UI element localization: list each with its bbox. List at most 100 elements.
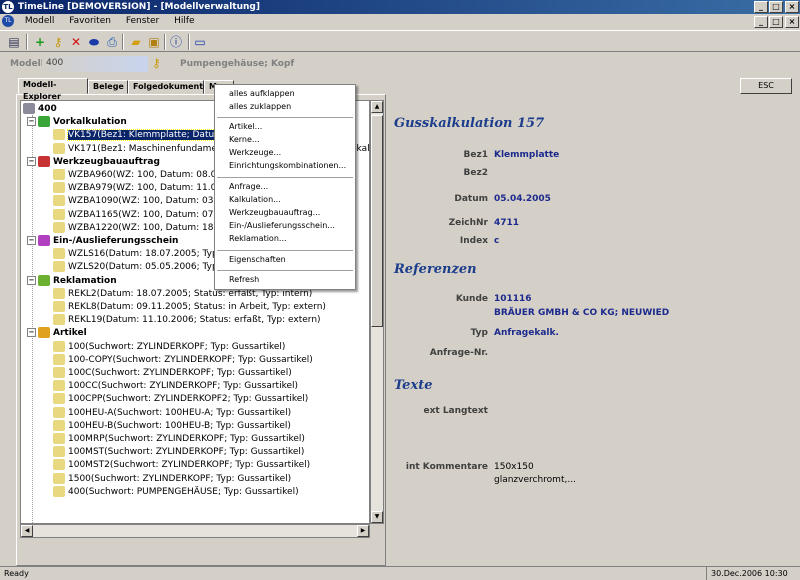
ctx-einrichtungskombinationen[interactable]: Einrichtungskombinationen...: [229, 160, 346, 172]
tree-group-header[interactable]: − Artikel: [27, 327, 87, 340]
ctx-ein-auslieferungsschein[interactable]: Ein-/Auslieferungsschein...: [229, 220, 335, 232]
kunde-label: Kunde: [455, 294, 488, 304]
tree-item[interactable]: REKL8(Datum: 09.11.2005; Status: in Arbe…: [53, 301, 326, 314]
folder-icon[interactable]: ▰: [128, 34, 144, 50]
document-icon: [53, 459, 65, 471]
window-title: TimeLine [DEMOVERSION] - [Modellverwaltu…: [18, 2, 260, 12]
database-icon[interactable]: ⬬: [86, 34, 102, 50]
ctx-reklamation[interactable]: Reklamation...: [229, 233, 287, 245]
maximize-button[interactable]: □: [769, 1, 783, 13]
tree-node-label: 400: [38, 104, 57, 114]
tree-item[interactable]: 100HEU-A(Suchwort: 100HEU-A; Typ: Gussar…: [53, 406, 291, 420]
menu-modell[interactable]: Modell: [19, 14, 61, 29]
menu-hilfe[interactable]: Hilfe: [168, 14, 200, 29]
document-icon[interactable]: ▣: [146, 34, 162, 50]
scroll-right-arrow[interactable]: ▶: [357, 525, 369, 537]
tree-item[interactable]: 100MRP(Suchwort: ZYLINDERKOPF; Typ: Guss…: [53, 433, 305, 446]
child-close-button[interactable]: ×: [785, 16, 799, 28]
tree-node-label: 100HEU-B(Suchwort: 100HEU-B; Typ: Gussar…: [68, 420, 291, 431]
tree-group-header[interactable]: − Vorkalkulation: [27, 116, 127, 129]
menu-favoriten[interactable]: Favoriten: [63, 14, 117, 29]
help-icon[interactable]: ⓘ: [168, 34, 184, 50]
delete-icon[interactable]: ✕: [68, 34, 84, 50]
key-icon[interactable]: ⚷: [50, 34, 66, 50]
document-icon: [53, 314, 65, 326]
tree-node-label: WZBA1165(WZ: 100, Datum: 07.04: [68, 209, 228, 220]
collapse-toggle-icon[interactable]: −: [27, 328, 36, 338]
tree-horizontal-scrollbar[interactable]: ◀ ▶: [20, 524, 370, 538]
ctx-kerne[interactable]: Kerne...: [229, 134, 260, 146]
ctx-anfrage[interactable]: Anfrage...: [229, 181, 268, 193]
child-restore-button[interactable]: □: [769, 16, 783, 28]
ctx-werkzeuge[interactable]: Werkzeuge...: [229, 147, 281, 159]
print-icon[interactable]: ⎙: [104, 34, 120, 50]
tree-group-header[interactable]: − Werkzeugbauauftrag: [27, 155, 160, 169]
status-bar: Ready 30.Dec.2006 10:30: [0, 566, 800, 580]
kunde-name: BRÄUER GMBH & CO KG; NEUWIED: [494, 308, 670, 318]
tree-item[interactable]: 100CPP(Suchwort: ZYLINDERKOPF2; Typ: Gus…: [53, 393, 308, 406]
scroll-thumb[interactable]: [371, 115, 383, 327]
langtext-label: ext Langtext: [423, 406, 488, 416]
tree-item[interactable]: 100-COPY(Suchwort: ZYLINDERKOPF; Typ: Gu…: [53, 353, 313, 367]
menu-fenster[interactable]: Fenster: [120, 14, 165, 29]
child-minimize-button[interactable]: _: [754, 16, 768, 28]
tab-modell-explorer[interactable]: Modell-Explorer: [18, 78, 88, 101]
ctx-refresh[interactable]: Refresh: [229, 274, 259, 286]
tree-group-header[interactable]: − Reklamation: [27, 274, 117, 288]
explorer-icon[interactable]: ▤: [6, 34, 22, 50]
group-folder-icon: [38, 116, 50, 128]
tree-node-label: 100MRP(Suchwort: ZYLINDERKOPF; Typ: Guss…: [68, 434, 305, 444]
key-icon[interactable]: ⚷: [152, 56, 161, 70]
tree-item[interactable]: 100CC(Suchwort: ZYLINDERKOPF; Typ: Gussa…: [53, 380, 298, 393]
tree-node-label: WZBA960(WZ: 100, Datum: 08.06.: [68, 170, 225, 180]
ctx-werkzeugbauauftrag[interactable]: Werkzeugbauauftrag...: [229, 207, 320, 219]
tree-root[interactable]: 400: [23, 103, 57, 116]
tree-item[interactable]: VK171(Bez1: Maschinenfundamen: [53, 142, 223, 156]
add-icon[interactable]: +: [32, 34, 48, 50]
scroll-up-arrow[interactable]: ▲: [371, 101, 383, 113]
tab-belege[interactable]: Belege: [88, 80, 128, 94]
ctx-collapse-all[interactable]: alles zuklappen: [229, 101, 291, 113]
tree-item[interactable]: 400(Suchwort: PUMPENGEHÄUSE; Typ: Gussar…: [53, 485, 299, 499]
scroll-down-arrow[interactable]: ▼: [371, 511, 383, 523]
ctx-eigenschaften[interactable]: Eigenschaften: [229, 254, 286, 266]
mdi-icon[interactable]: TL: [2, 15, 14, 27]
tree-node-label: WZBA1090(WZ: 100, Datum: 03.12: [68, 196, 228, 207]
tree-item[interactable]: 1500(Suchwort: ZYLINDERKOPF; Typ: Gussar…: [53, 472, 291, 486]
collapse-toggle-icon[interactable]: −: [27, 156, 36, 166]
tab-folgedokumente[interactable]: Folgedokumente: [128, 80, 208, 94]
tree-item[interactable]: 100MST2(Suchwort: ZYLINDERKOPF; Typ: Gus…: [53, 459, 310, 472]
tree-item[interactable]: WZBA1220(WZ: 100, Datum: 18.06: [53, 221, 228, 235]
tree-item[interactable]: 100MST(Suchwort: ZYLINDERKOPF; Typ: Guss…: [53, 446, 304, 459]
tree-vertical-scrollbar[interactable]: ▲ ▼: [370, 100, 384, 524]
collapse-toggle-icon[interactable]: −: [27, 236, 36, 245]
collapse-toggle-icon[interactable]: −: [27, 275, 36, 285]
tree-item[interactable]: WZLS16(Datum: 18.07.2005; Typ:: [53, 248, 221, 261]
tree-item[interactable]: WZBA1090(WZ: 100, Datum: 03.12: [53, 195, 228, 208]
bez1-value: Klemmplatte: [494, 150, 560, 160]
collapse-toggle-icon[interactable]: −: [27, 117, 36, 127]
ctx-artikel[interactable]: Artikel...: [229, 121, 262, 133]
scroll-left-arrow[interactable]: ◀: [21, 525, 33, 537]
tree-item[interactable]: REKL19(Datum: 11.10.2006; Status: erfaßt…: [53, 314, 321, 327]
model-input[interactable]: 400: [42, 56, 148, 72]
tree-item[interactable]: WZLS20(Datum: 05.05.2006; Typ:: [53, 261, 221, 274]
tree-item[interactable]: WZBA960(WZ: 100, Datum: 08.06.: [53, 169, 225, 182]
tree-item[interactable]: 100HEU-B(Suchwort: 100HEU-B; Typ: Gussar…: [53, 419, 291, 433]
tree-item[interactable]: WZBA979(WZ: 100, Datum: 11.07.: [53, 182, 225, 195]
ctx-expand-all[interactable]: alles aufklappen: [229, 88, 295, 100]
esc-button[interactable]: ESC: [740, 78, 792, 94]
tree-group-header[interactable]: − Ein-/Auslieferungsschein: [27, 235, 178, 248]
close-button[interactable]: ×: [785, 1, 799, 13]
tree-item[interactable]: 100(Suchwort: ZYLINDERKOPF; Typ: Gussart…: [53, 340, 285, 354]
tree-node-label: Reklamation: [53, 275, 117, 286]
window-icon[interactable]: ▭: [192, 34, 208, 50]
tree-item[interactable]: WZBA1165(WZ: 100, Datum: 07.04: [53, 208, 228, 222]
ctx-kalkulation[interactable]: Kalkulation...: [229, 194, 281, 206]
tree-item[interactable]: VK157(Bez1: Klemmplatte; Datum: [53, 129, 224, 142]
tree-node-label: 100CPP(Suchwort: ZYLINDERKOPF2; Typ: Gus…: [68, 394, 309, 405]
tree-item[interactable]: 100C(Suchwort: ZYLINDERKOPF; Typ: Gussar…: [53, 367, 292, 380]
group-folder-icon: [23, 103, 35, 114]
bez2-label: Bez2: [463, 168, 488, 178]
minimize-button[interactable]: _: [754, 1, 768, 13]
